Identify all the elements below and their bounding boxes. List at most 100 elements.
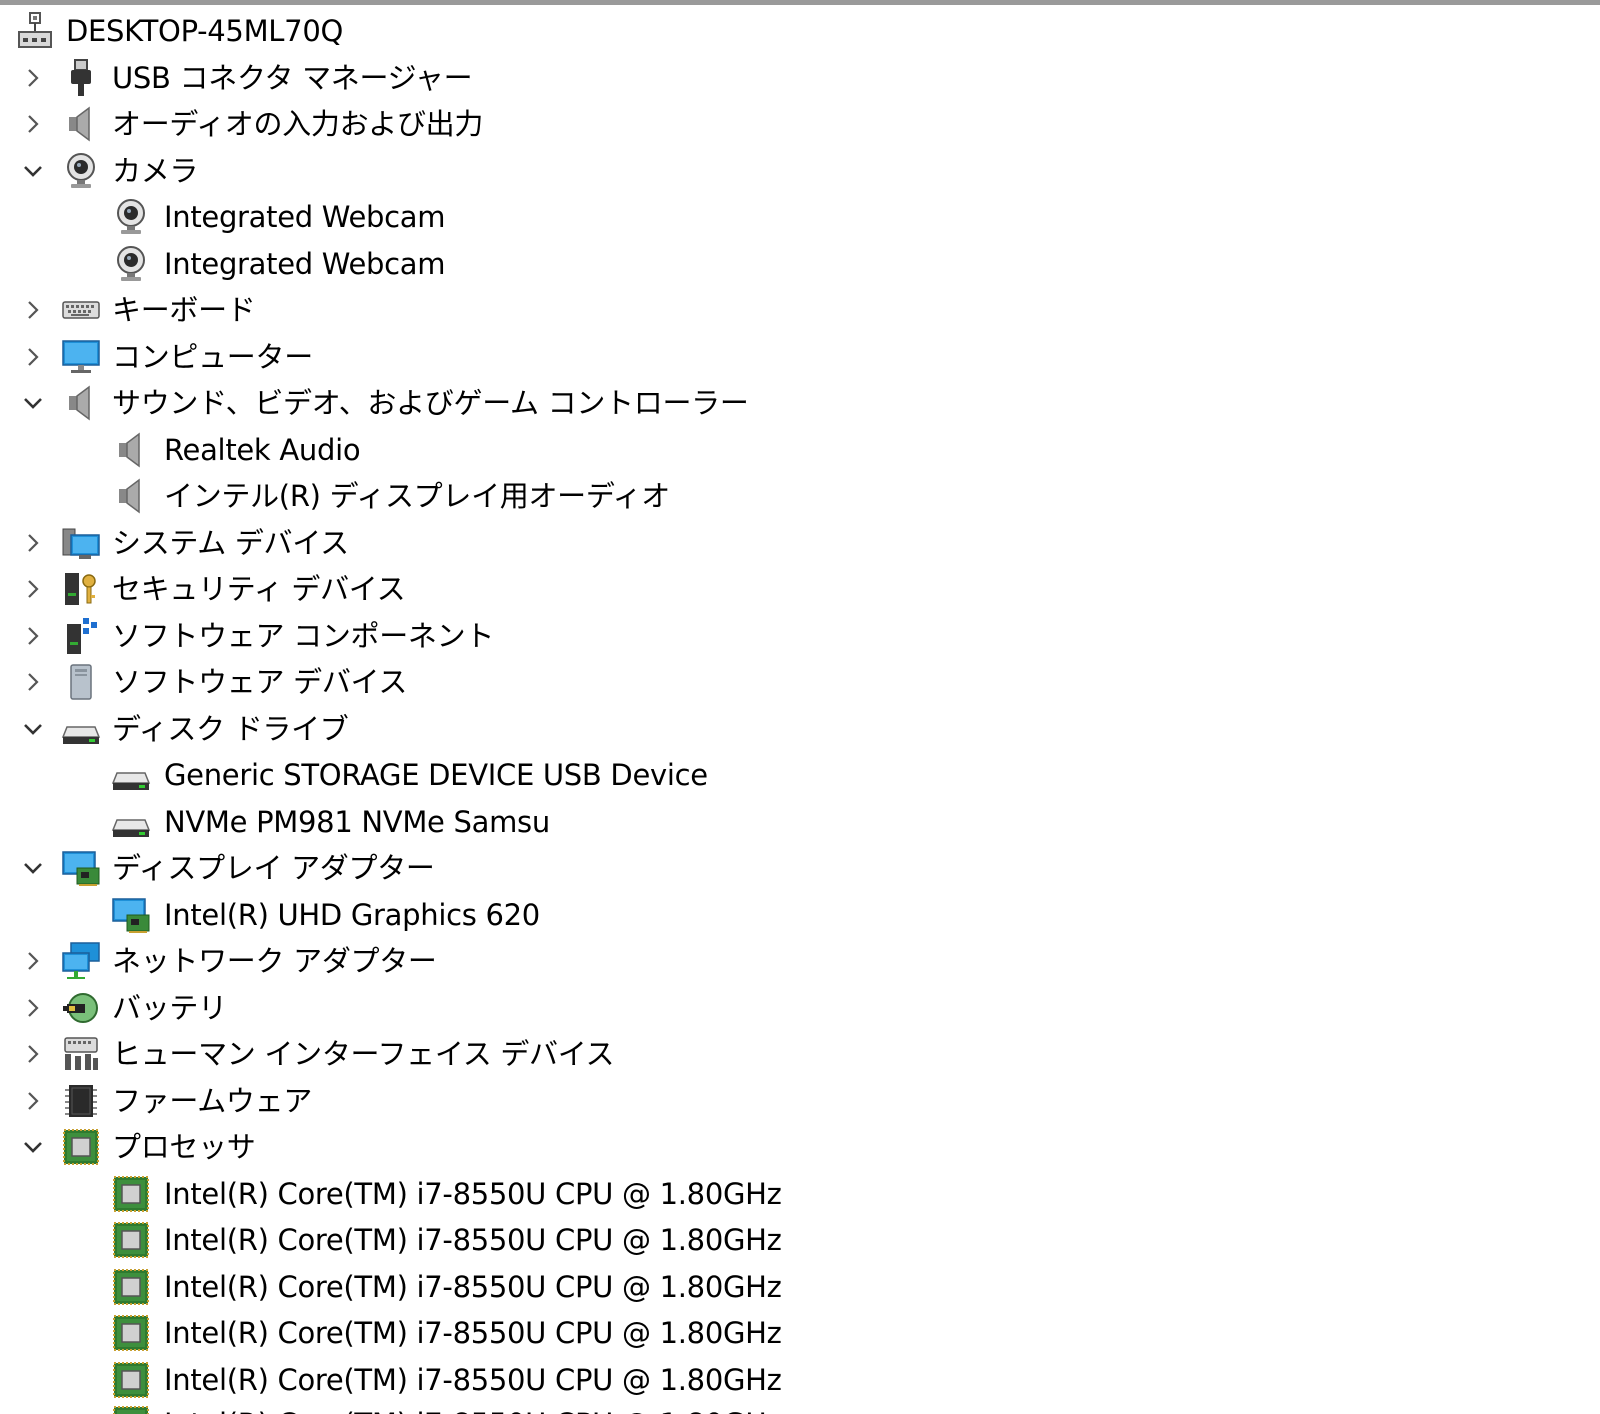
category-label: ディスプレイ アダプター [112,851,435,886]
category-node[interactable]: ファームウェア [0,1078,1600,1125]
speaker-icon [60,382,102,424]
chevron-right-icon[interactable] [20,576,46,602]
device-node[interactable]: Intel(R) Core(TM) i7-8550U CPU @ 1.80GHz [0,1171,1600,1218]
category-label: ディスク ドライブ [112,711,349,746]
chevron-down-icon[interactable] [20,716,46,742]
category-node[interactable]: ヒューマン インターフェイス デバイス [0,1031,1600,1078]
webcam-icon [110,243,152,285]
category-node[interactable]: セキュリティ デバイス [0,566,1600,613]
processor-icon [110,1359,152,1401]
computer-network-icon [14,10,56,52]
category-node[interactable]: ディスプレイ アダプター [0,845,1600,892]
chevron-right-icon[interactable] [20,344,46,370]
device-node[interactable]: Intel(R) Core(TM) i7-8550U CPU @ 1.80GHz [0,1357,1600,1404]
monitor-icon [60,336,102,378]
chevron-down-icon[interactable] [20,158,46,184]
processor-icon [60,1126,102,1168]
webcam-icon [110,196,152,238]
device-label: Intel(R) Core(TM) i7-8550U CPU @ 1.80GHz [164,1176,782,1211]
chevron-down-icon[interactable] [20,390,46,416]
category-label: コンピューター [112,339,313,374]
category-label: サウンド、ビデオ、およびゲーム コントローラー [112,386,749,421]
category-node[interactable]: プロセッサ [0,1124,1600,1171]
category-label: ヒューマン インターフェイス デバイス [112,1037,615,1072]
chevron-right-icon[interactable] [20,623,46,649]
category-node[interactable]: キーボード [0,287,1600,334]
chevron-right-icon[interactable] [20,669,46,695]
device-node[interactable]: Integrated Webcam [0,194,1600,241]
device-label: Intel(R) Core(TM) i7-8550U CPU @ 1.80GHz [164,1316,782,1351]
category-node[interactable]: カメラ [0,148,1600,195]
display-adapter-icon [60,847,102,889]
device-node[interactable]: Intel(R) Core(TM) i7-8550U CPU @ 1.80GHz [0,1264,1600,1311]
category-label: セキュリティ デバイス [112,572,406,607]
category-label: キーボード [112,293,256,328]
device-label: Integrated Webcam [164,246,446,281]
category-node[interactable]: システム デバイス [0,520,1600,567]
chevron-right-icon[interactable] [20,948,46,974]
device-node[interactable]: Realtek Audio [0,427,1600,474]
device-node[interactable]: NVMe PM981 NVMe Samsu [0,799,1600,846]
category-node[interactable]: ソフトウェア コンポーネント [0,613,1600,660]
device-label: Intel(R) Core(TM) i7-8550U CPU @ 1.80GHz [164,1362,782,1397]
device-label: Intel(R) UHD Graphics 620 [164,897,540,932]
chevron-down-icon[interactable] [20,1134,46,1160]
firmware-chip-icon [60,1080,102,1122]
device-label: Intel(R) Core(TM) i7-8550U CPU @ 1.80GHz [164,1403,782,1414]
chevron-right-icon[interactable] [20,65,46,91]
category-label: プロセッサ [112,1130,256,1165]
speaker-icon [110,475,152,517]
device-label: Realtek Audio [164,432,361,467]
usb-plug-icon [60,57,102,99]
disk-drive-icon [110,801,152,843]
software-component-icon [60,615,102,657]
device-node[interactable]: インテル(R) ディスプレイ用オーディオ [0,473,1600,520]
chevron-right-icon[interactable] [20,530,46,556]
category-node[interactable]: ネットワーク アダプター [0,938,1600,985]
processor-icon [110,1219,152,1261]
processor-icon [110,1173,152,1215]
chevron-right-icon[interactable] [20,297,46,323]
device-node[interactable]: Integrated Webcam [0,241,1600,288]
display-adapter-icon [110,894,152,936]
device-node[interactable]: Generic STORAGE DEVICE USB Device [0,752,1600,799]
category-label: ソフトウェア コンポーネント [112,618,495,653]
speaker-icon [60,103,102,145]
device-label: インテル(R) ディスプレイ用オーディオ [164,479,670,514]
security-key-icon [60,568,102,610]
category-label: USB コネクタ マネージャー [112,60,473,95]
root-label: DESKTOP-45ML70Q [66,14,343,49]
chevron-down-icon[interactable] [20,855,46,881]
category-node[interactable]: サウンド、ビデオ、およびゲーム コントローラー [0,380,1600,427]
device-label: Intel(R) Core(TM) i7-8550U CPU @ 1.80GHz [164,1269,782,1304]
chevron-right-icon[interactable] [20,1088,46,1114]
hid-icon [60,1033,102,1075]
device-label: Intel(R) Core(TM) i7-8550U CPU @ 1.80GHz [164,1223,782,1258]
category-node[interactable]: バッテリ [0,985,1600,1032]
network-adapter-icon [60,940,102,982]
speaker-icon [110,429,152,471]
device-node[interactable]: Intel(R) Core(TM) i7-8550U CPU @ 1.80GHz [0,1310,1600,1357]
category-node[interactable]: ソフトウェア デバイス [0,659,1600,706]
chevron-right-icon[interactable] [20,1041,46,1067]
device-node[interactable]: Intel(R) Core(TM) i7-8550U CPU @ 1.80GHz [0,1217,1600,1264]
battery-icon [60,987,102,1029]
window-top-border [0,0,1600,5]
processor-icon [110,1403,152,1414]
tree-root-node[interactable]: DESKTOP-45ML70Q [0,8,1600,55]
category-node[interactable]: オーディオの入力および出力 [0,101,1600,148]
processor-icon [110,1312,152,1354]
device-node[interactable]: Intel(R) Core(TM) i7-8550U CPU @ 1.80GHz [0,1403,1600,1414]
chevron-right-icon[interactable] [20,995,46,1021]
category-node[interactable]: ディスク ドライブ [0,706,1600,753]
device-label: NVMe PM981 NVMe Samsu [164,804,550,839]
category-label: オーディオの入力および出力 [112,107,484,142]
device-node[interactable]: Intel(R) UHD Graphics 620 [0,892,1600,939]
category-node[interactable]: コンピューター [0,334,1600,381]
chevron-right-icon[interactable] [20,111,46,137]
category-label: バッテリ [112,990,227,1025]
keyboard-icon [60,289,102,331]
device-label: Generic STORAGE DEVICE USB Device [164,758,708,793]
category-node[interactable]: USB コネクタ マネージャー [0,55,1600,102]
category-label: ネットワーク アダプター [112,944,437,979]
